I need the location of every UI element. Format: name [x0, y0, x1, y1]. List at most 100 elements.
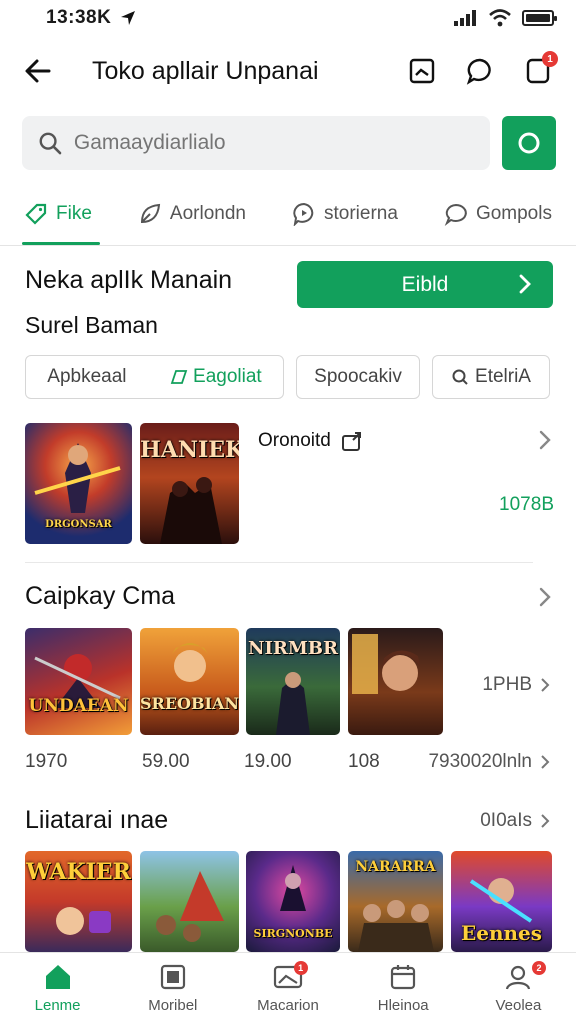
chevron-right-icon [541, 678, 550, 692]
promo-title: Neka aplIk Manain [25, 266, 233, 294]
chip-apbkeaal[interactable]: Apbkeaal [47, 366, 126, 388]
chip-spoocakiv[interactable]: Spoocakiv [296, 355, 420, 399]
game-character-art [160, 477, 222, 544]
nav-label: Veolea [495, 997, 542, 1014]
promo-subtitle: Surel Baman [25, 312, 158, 338]
game-art-title: Eennes [460, 921, 543, 945]
game-thumbnail[interactable] [348, 628, 443, 735]
comment-icon [444, 203, 467, 226]
games-icon [160, 964, 185, 990]
wifi-icon [489, 9, 511, 27]
leaf-icon [140, 203, 161, 223]
section-more-label: 1PHB [482, 674, 532, 695]
game-character-art [156, 871, 224, 942]
signal-icon [454, 10, 476, 26]
search-action-button[interactable] [502, 116, 556, 170]
extra-price-link[interactable]: 7930020lnln [428, 751, 552, 773]
section-more-link[interactable]: 0I0aIs [480, 810, 552, 832]
game-thumbnail[interactable]: HANIEK [140, 423, 239, 544]
game-thumbnail[interactable]: Eennes [451, 851, 552, 952]
tab-label: storierna [324, 202, 398, 224]
section-title: Liiatarai ınae [25, 806, 169, 834]
search-box [22, 116, 490, 170]
game-character-art [358, 900, 434, 952]
tab-label: Fike [56, 202, 92, 224]
nav-item-profile[interactable]: 2 Veolea [461, 953, 576, 1024]
calendar-icon [391, 965, 416, 990]
nav-label: Lenme [34, 997, 81, 1014]
nav-label: Moribel [148, 997, 198, 1014]
home-icon [45, 965, 70, 989]
nav-item-apps[interactable]: 1 Macarion [230, 953, 345, 1024]
filter-chips: Apbkeaal Eagoliat Spoocakiv EtelriA [25, 355, 553, 399]
game-character-art [276, 672, 310, 735]
tab-storierna[interactable]: storierna [290, 182, 400, 245]
tab-label: Aorlondn [169, 202, 246, 224]
nav-item-home[interactable]: Lenme [0, 953, 115, 1024]
game-thumbnail[interactable]: NARARRA [348, 851, 443, 952]
share-icon [341, 432, 361, 451]
tab-fike[interactable]: Fike [22, 182, 100, 245]
search-input[interactable] [73, 131, 474, 155]
game-thumbnail[interactable] [140, 851, 239, 952]
featured-app-label: Oronoitd [258, 430, 331, 451]
nav-item-calendar[interactable]: Hleinoa [346, 953, 461, 1024]
nav-label: Hleinoa [377, 997, 429, 1014]
game-art-title: DRGONSAR [45, 519, 112, 530]
scan-icon [518, 132, 540, 154]
gallery-button[interactable] [406, 55, 438, 87]
section-title: Caipkay Cma [25, 582, 176, 610]
game-thumbnail[interactable]: DRGONSAR [25, 423, 132, 544]
tab-gompols[interactable]: Gompols [442, 182, 554, 245]
game-thumbnail[interactable]: SIRGNONBE [246, 851, 340, 952]
section-more-link[interactable]: 1PHB [482, 674, 552, 696]
chevron-right-icon [541, 814, 550, 828]
game-thumbnail[interactable]: SREOBIAN [140, 628, 239, 735]
profile-icon [506, 965, 531, 990]
search-icon [452, 369, 468, 385]
image-icon [409, 58, 435, 84]
section-more-label: 0I0aIs [480, 810, 532, 831]
game-thumbnail[interactable]: WAKIER [25, 851, 132, 952]
chat-button[interactable] [464, 55, 496, 87]
nav-item-games[interactable]: Moribel [115, 953, 230, 1024]
notification-badge: 1 [542, 51, 558, 67]
chevron-right-icon [541, 755, 550, 769]
game-thumbnail[interactable]: UNDAEAN [25, 628, 132, 735]
chevron-right-icon [519, 274, 531, 294]
game-character-art [352, 634, 420, 694]
game-price: 19.00 [244, 751, 292, 772]
game-thumbnail[interactable]: NIRMBR [246, 628, 340, 735]
game-art-title: UNDAEAN [28, 696, 129, 716]
notifications-button[interactable]: 1 [522, 51, 558, 87]
promo-button-label: Eibld [401, 272, 449, 296]
tag-icon [25, 203, 47, 225]
chevron-right-icon[interactable] [534, 585, 556, 609]
tab-aorlondn[interactable]: Aorlondn [136, 182, 248, 245]
chip-label: Spoocakiv [314, 366, 402, 387]
chip-label: Eagoliat [193, 366, 262, 387]
back-button[interactable] [22, 55, 54, 87]
status-time: 13:38K [46, 7, 112, 28]
chip-eagoliat[interactable]: Eagoliat [169, 366, 262, 388]
nav-label: Macarion [257, 997, 319, 1014]
location-arrow-icon [121, 11, 136, 25]
game-price: 59.00 [142, 751, 190, 772]
featured-app-name[interactable]: Oronoitd [258, 430, 363, 452]
page-title: Toko apllair Unpanai [92, 56, 319, 85]
search-icon [39, 132, 62, 155]
status-bar: 13:38K [0, 0, 576, 36]
promo-button[interactable]: Eibld [297, 261, 553, 308]
extra-price: 7930020lnln [428, 751, 532, 772]
game-character-art [34, 654, 121, 708]
section-divider [25, 562, 533, 563]
app-bar: Toko apllair Unpanai 1 [0, 40, 576, 102]
nav-badge: 1 [293, 961, 308, 975]
tab-label: Gompols [475, 202, 552, 224]
game-art-title: SIRGNONBE [253, 927, 333, 940]
chip-eteliria[interactable]: EtelriA [432, 355, 550, 399]
tab-bar: Fike Aorlondn storierna Gompols [0, 182, 576, 246]
chevron-right-icon[interactable] [534, 428, 556, 452]
game-character-art [172, 643, 208, 682]
chat-bubble-icon [466, 58, 491, 85]
